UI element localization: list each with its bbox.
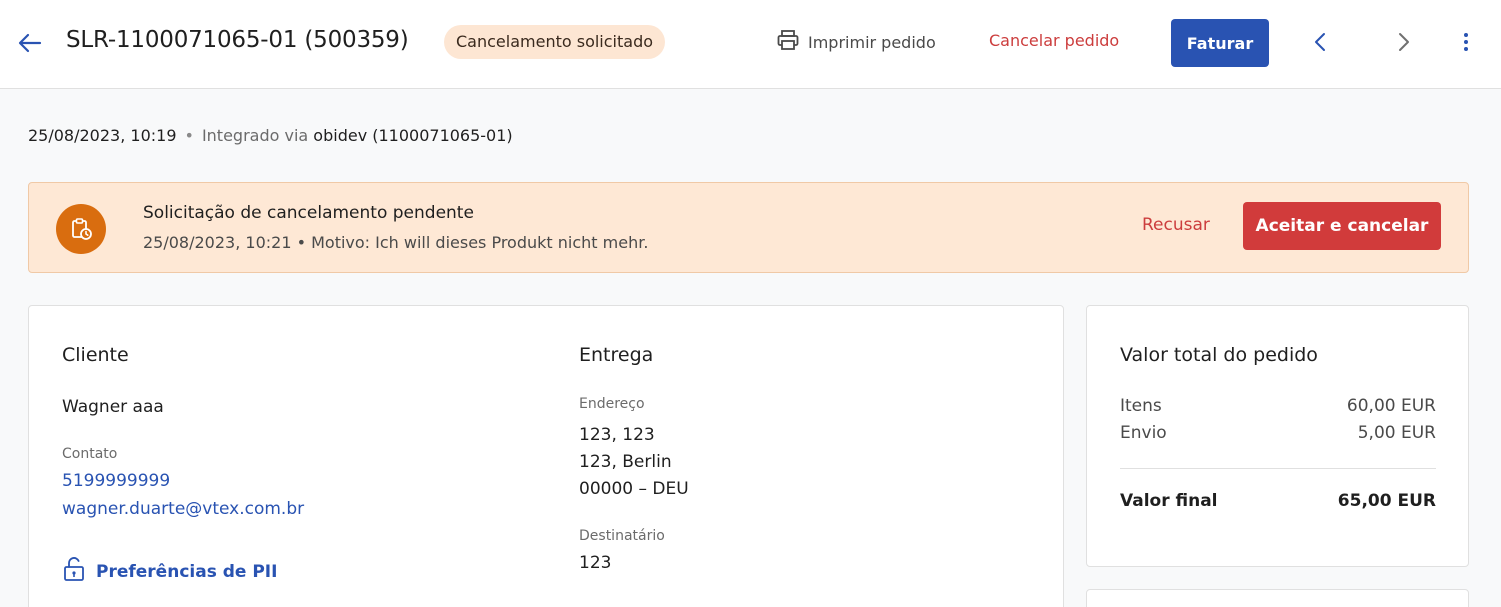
- final-value: 65,00 EUR: [1337, 491, 1436, 511]
- items-label: Itens: [1120, 396, 1162, 416]
- order-meta: 25/08/2023, 10:19 • Integrado via obidev (…: [28, 126, 513, 145]
- shipping-label: Envio: [1120, 423, 1167, 443]
- clipboard-clock-icon: [56, 204, 106, 254]
- final-label: Valor final: [1120, 491, 1218, 511]
- items-value: 60,00 EUR: [1346, 396, 1436, 416]
- back-arrow-icon[interactable]: [16, 29, 44, 57]
- status-badge: Cancelamento solicitado: [444, 25, 666, 59]
- order-datetime: 25/08/2023, 10:19: [28, 126, 177, 145]
- address-line-3: 00000 – DEU: [579, 479, 689, 499]
- chevron-left-icon[interactable]: [1308, 29, 1334, 55]
- kebab-menu-icon[interactable]: [1456, 29, 1476, 55]
- customer-phone-link[interactable]: 5199999999: [62, 471, 170, 491]
- items-row: Itens 60,00 EUR: [1120, 396, 1436, 416]
- address-label: Endereço: [579, 396, 645, 412]
- refuse-button[interactable]: Recusar: [1142, 215, 1210, 235]
- final-row: Valor final 65,00 EUR: [1120, 491, 1436, 511]
- total-heading: Valor total do pedido: [1120, 344, 1318, 366]
- chevron-right-icon[interactable]: [1390, 29, 1416, 55]
- pii-preferences-label: Preferências de PII: [96, 561, 278, 582]
- page-title: SLR-1100071065-01 (500359): [66, 27, 409, 53]
- alert-title: Solicitação de cancelamento pendente: [143, 203, 474, 223]
- address-line-1: 123, 123: [579, 425, 655, 445]
- top-bar: SLR-1100071065-01 (500359) Cancelamento …: [0, 0, 1501, 89]
- invoice-button[interactable]: Faturar: [1171, 19, 1269, 67]
- shipping-row: Envio 5,00 EUR: [1120, 423, 1436, 443]
- cancel-order-button[interactable]: Cancelar pedido: [989, 31, 1119, 50]
- contact-label: Contato: [62, 446, 118, 462]
- recipient-value: 123: [579, 553, 612, 573]
- customer-heading: Cliente: [62, 344, 129, 366]
- accept-cancel-button[interactable]: Aceitar e cancelar: [1243, 202, 1441, 250]
- lock-icon: [62, 556, 86, 587]
- address-line-2: 123, Berlin: [579, 452, 672, 472]
- shipping-value: 5,00 EUR: [1357, 423, 1436, 443]
- customer-email-link[interactable]: wagner.duarte@vtex.com.br: [62, 499, 304, 519]
- integrated-source: obidev (1100071065-01): [313, 126, 513, 145]
- integrated-prefix: Integrado via: [201, 126, 309, 145]
- meta-separator: •: [184, 126, 194, 145]
- totals-divider: [1120, 468, 1436, 469]
- printer-icon: [776, 28, 800, 56]
- delivery-heading: Entrega: [579, 344, 654, 366]
- alert-subtitle: 25/08/2023, 10:21 • Motivo: Ich will die…: [143, 233, 649, 252]
- pii-preferences-button[interactable]: Preferências de PII: [62, 556, 277, 587]
- cancellation-alert: Solicitação de cancelamento pendente 25/…: [28, 182, 1469, 273]
- print-order-label: Imprimir pedido: [808, 32, 936, 52]
- customer-name: Wagner aaa: [62, 397, 164, 417]
- recipient-label: Destinatário: [579, 528, 665, 544]
- print-order-button[interactable]: Imprimir pedido: [776, 29, 936, 55]
- order-total-card: Valor total do pedido Itens 60,00 EUR En…: [1086, 305, 1469, 567]
- customer-delivery-card: Cliente Wagner aaa Contato 5199999999 wa…: [28, 305, 1064, 607]
- next-card: [1086, 589, 1469, 607]
